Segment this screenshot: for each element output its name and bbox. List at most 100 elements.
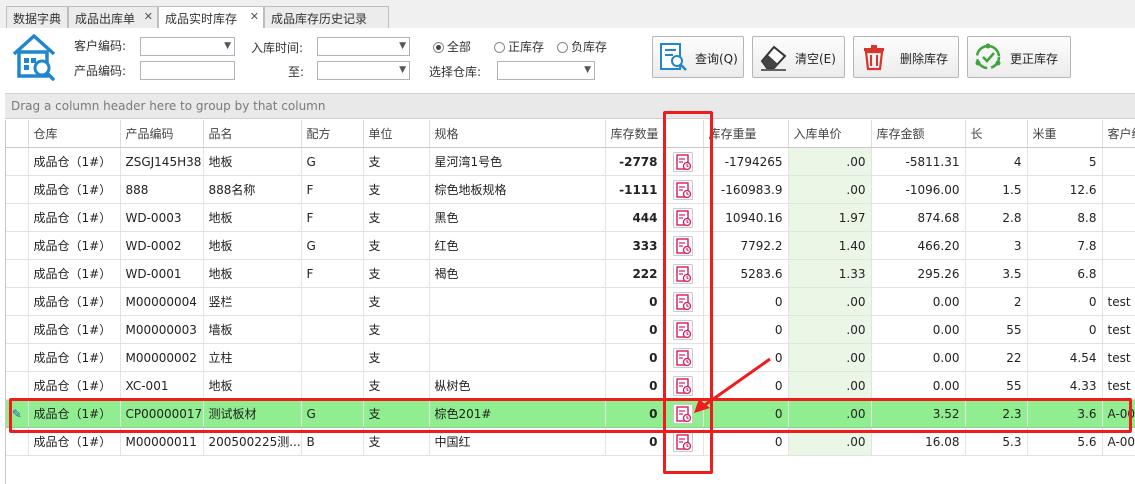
column-header[interactable]: 库存金额	[871, 120, 966, 148]
cell-customer[interactable]: test	[1102, 371, 1135, 400]
correct-stock-button[interactable]: 更正库存	[967, 36, 1071, 78]
radio-negative-stock[interactable]: 负库存	[557, 38, 607, 55]
column-header[interactable]: 米重	[1027, 120, 1103, 148]
chevron-down-icon[interactable]: ▼	[224, 41, 231, 51]
cell-spec[interactable]: 枞树色	[429, 371, 606, 400]
cell-name[interactable]: 墙板	[203, 315, 302, 344]
delete-stock-button[interactable]: 删除库存	[853, 36, 959, 78]
cell-unit[interactable]: 支	[363, 175, 430, 204]
group-by-panel[interactable]: Drag a column header here to group by th…	[5, 93, 1135, 119]
cell-spec[interactable]: 黑色	[429, 203, 606, 232]
cell-formula[interactable]	[301, 343, 364, 372]
cell-weight[interactable]: 7792.2	[703, 231, 789, 260]
cell-customer[interactable]: test	[1102, 343, 1135, 372]
cell-warehouse[interactable]: 成品仓（1#）	[28, 287, 121, 316]
cell-meter-weight[interactable]: 4.54	[1027, 343, 1103, 372]
cell-price[interactable]: .00	[788, 399, 872, 428]
cell-warehouse[interactable]: 成品仓（1#）	[28, 259, 121, 288]
cell-unit[interactable]: 支	[363, 315, 430, 344]
stock-history-icon[interactable]	[663, 147, 704, 176]
cell-warehouse[interactable]: 成品仓（1#）	[28, 203, 121, 232]
cell-warehouse[interactable]: 成品仓（1#）	[28, 147, 121, 176]
cell-code[interactable]: WD-0003	[120, 203, 204, 232]
cell-weight[interactable]: -1794265	[703, 147, 789, 176]
row-indicator[interactable]	[6, 203, 29, 232]
cell-meter-weight[interactable]: 5.6	[1027, 427, 1103, 456]
cell-qty[interactable]: 0	[605, 315, 664, 344]
table-row[interactable]: 成品仓（1#） WD-0001 地板 F 支褐色 222 5283.6 1.33 295.26 3…	[6, 259, 1135, 288]
cell-length[interactable]: 55	[965, 371, 1028, 400]
stock-history-icon[interactable]	[663, 175, 704, 204]
cell-warehouse[interactable]: 成品仓（1#）	[28, 399, 121, 428]
cell-code[interactable]: M00000003	[120, 315, 204, 344]
tab-product-outbound[interactable]: 成品出库单 ✕	[68, 6, 158, 28]
cell-weight[interactable]: 0	[703, 315, 789, 344]
cell-formula[interactable]	[301, 287, 364, 316]
column-header[interactable]: 客户编	[1102, 120, 1135, 148]
cell-customer[interactable]	[1102, 147, 1135, 176]
cell-name[interactable]: 测试板材	[203, 399, 302, 428]
row-indicator[interactable]: ✎	[6, 399, 29, 428]
cell-amount[interactable]: 0.00	[871, 343, 966, 372]
row-indicator[interactable]	[6, 427, 29, 456]
table-row[interactable]: 成品仓（1#） M00000002 立柱支 0 0.00 0.00 22 4.54 test	[6, 343, 1135, 372]
stock-history-icon[interactable]	[663, 287, 704, 316]
cell-qty[interactable]: 444	[605, 203, 664, 232]
tab-realtime-stock[interactable]: 成品实时库存 ✕	[158, 6, 264, 29]
column-header[interactable]: 单位	[363, 120, 430, 148]
cell-qty[interactable]: -2778	[605, 147, 664, 176]
cell-spec[interactable]: 红色	[429, 231, 606, 260]
cell-amount[interactable]: 874.68	[871, 203, 966, 232]
cell-unit[interactable]: 支	[363, 203, 430, 232]
cell-length[interactable]: 55	[965, 315, 1028, 344]
cell-spec[interactable]: 星河湾1号色	[429, 147, 606, 176]
radio-all[interactable]: 全部	[433, 38, 471, 55]
cell-code[interactable]: 888	[120, 175, 204, 204]
cell-amount[interactable]: -5811.31	[871, 147, 966, 176]
cell-unit[interactable]: 支	[363, 371, 430, 400]
chevron-down-icon[interactable]: ▼	[584, 65, 591, 75]
row-indicator[interactable]	[6, 259, 29, 288]
cell-length[interactable]: 2	[965, 287, 1028, 316]
cell-meter-weight[interactable]: 0	[1027, 315, 1103, 344]
cell-spec[interactable]: 棕色201#	[429, 399, 606, 428]
cell-price[interactable]: 1.33	[788, 259, 872, 288]
cell-weight[interactable]: 5283.6	[703, 259, 789, 288]
cell-formula[interactable]	[301, 315, 364, 344]
cell-amount[interactable]: 295.26	[871, 259, 966, 288]
column-header[interactable]: 配方	[301, 120, 364, 148]
cell-price[interactable]: .00	[788, 371, 872, 400]
cell-price[interactable]: .00	[788, 175, 872, 204]
cell-price[interactable]: .00	[788, 147, 872, 176]
cell-warehouse[interactable]: 成品仓（1#）	[28, 343, 121, 372]
cell-customer[interactable]	[1102, 203, 1135, 232]
column-header[interactable]: 库存重量	[703, 120, 789, 148]
cell-warehouse[interactable]: 成品仓（1#）	[28, 315, 121, 344]
row-indicator[interactable]	[6, 343, 29, 372]
cell-unit[interactable]: 支	[363, 287, 430, 316]
table-row[interactable]: 成品仓（1#） 888 888名称 F 支棕色地板规格 -1111 -160983.9.00…	[6, 175, 1135, 204]
cell-name[interactable]: 竖栏	[203, 287, 302, 316]
cell-amount[interactable]: 0.00	[871, 371, 966, 400]
cell-price[interactable]: .00	[788, 315, 872, 344]
cell-spec[interactable]	[429, 343, 606, 372]
table-row[interactable]: 成品仓（1#） WD-0003 地板 F 支黑色 444 10940.16 1.97 874.6…	[6, 203, 1135, 232]
row-indicator[interactable]	[6, 231, 29, 260]
cell-formula[interactable]: F	[301, 175, 364, 204]
cell-meter-weight[interactable]: 8.8	[1027, 203, 1103, 232]
product-code-input[interactable]	[140, 61, 235, 80]
column-header[interactable]: 品名	[203, 120, 302, 148]
cell-name[interactable]: 地板	[203, 147, 302, 176]
cell-amount[interactable]: 466.20	[871, 231, 966, 260]
cell-name[interactable]: 地板	[203, 259, 302, 288]
stock-history-icon[interactable]	[663, 315, 704, 344]
cell-meter-weight[interactable]: 12.6	[1027, 175, 1103, 204]
cell-meter-weight[interactable]: 4.33	[1027, 371, 1103, 400]
cell-code[interactable]: M00000004	[120, 287, 204, 316]
cell-price[interactable]: 1.40	[788, 231, 872, 260]
cell-meter-weight[interactable]: 0	[1027, 287, 1103, 316]
in-time-end-picker[interactable]: ▼	[317, 61, 410, 80]
cell-name[interactable]: 地板	[203, 371, 302, 400]
table-row[interactable]: 成品仓（1#） M00000011 200500225测... B 支中国红 0 0.00 1…	[6, 427, 1135, 456]
radio-positive-stock[interactable]: 正库存	[494, 38, 544, 55]
